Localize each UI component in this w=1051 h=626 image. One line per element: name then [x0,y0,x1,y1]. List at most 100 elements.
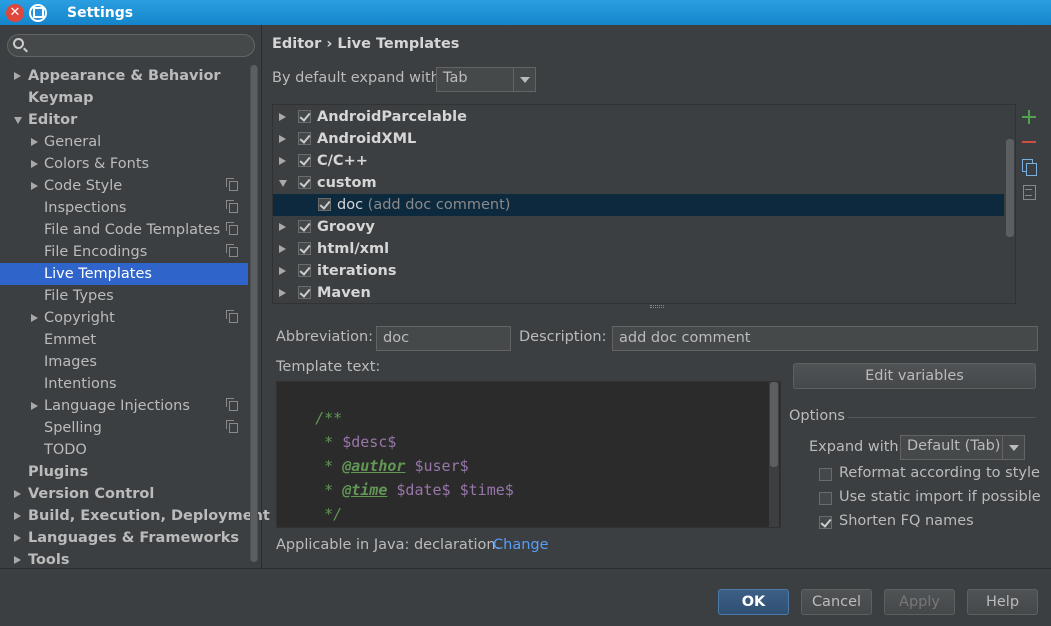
sidebar-item[interactable]: Version Control [0,483,248,505]
remove-icon[interactable] [1022,135,1036,149]
chevron-right-icon[interactable] [279,289,286,297]
expand-with-label: Expand with [809,439,899,455]
template-group[interactable]: Maven [273,282,1004,303]
sidebar-item[interactable]: Build, Execution, Deployment [0,505,270,527]
sidebar-item[interactable]: Emmet [0,329,248,351]
template-checkbox[interactable] [298,110,311,123]
chevron-right-icon[interactable] [31,182,38,190]
template-checkbox[interactable] [298,286,311,299]
chevron-right-icon[interactable] [31,402,38,410]
template-group[interactable]: iterations [273,260,1004,282]
sidebar-item-label: File Encodings [44,244,148,260]
sidebar-item[interactable]: Intentions [0,373,248,395]
template-checkbox[interactable] [298,132,311,145]
restore-defaults-icon[interactable] [1022,185,1036,200]
cancel-button[interactable]: Cancel [801,589,872,615]
apply-button[interactable]: Apply [884,589,955,615]
template-checkbox[interactable] [298,264,311,277]
sidebar-item-label: Copyright [44,310,115,326]
static-import-label[interactable]: Use static import if possible [839,489,1041,505]
chevron-right-icon[interactable] [31,138,38,146]
template-checkbox[interactable] [318,198,331,211]
sidebar-item[interactable]: Language Injections [0,395,248,417]
chevron-right-icon[interactable] [31,160,38,168]
static-import-checkbox[interactable] [819,492,832,505]
project-settings-icon [226,178,238,191]
sidebar-item[interactable]: File and Code Templates [0,219,248,241]
chevron-down-icon[interactable] [1002,436,1024,459]
splitter-handle[interactable] [650,305,664,308]
template-checkbox[interactable] [298,154,311,167]
sidebar-item[interactable]: Spelling [0,417,248,439]
template-text-editor[interactable]: /** * $desc$ * @author $user$ * @time $d… [276,381,781,528]
sidebar-item[interactable]: Colors & Fonts [0,153,248,175]
search-input[interactable] [7,34,255,57]
edit-variables-button[interactable]: Edit variables [793,363,1036,389]
template-list-scrollbar[interactable] [1006,139,1014,237]
chevron-right-icon[interactable] [14,72,21,80]
template-group[interactable]: Groovy [273,216,1004,238]
template-checkbox[interactable] [298,176,311,189]
chevron-right-icon[interactable] [14,534,21,542]
add-icon[interactable] [1022,110,1036,124]
change-context-link[interactable]: Change [493,537,549,553]
sidebar-item[interactable]: Code Style [0,175,248,197]
chevron-right-icon[interactable] [14,512,21,520]
template-group[interactable]: AndroidParcelable [273,106,1004,128]
breadcrumb-parent[interactable]: Editor [272,36,321,52]
template-name: AndroidXML [317,128,416,150]
chevron-down-icon[interactable] [513,68,535,91]
sidebar-item[interactable]: Live Templates [0,263,248,285]
sidebar-item[interactable]: TODO [0,439,248,461]
chevron-right-icon[interactable] [279,223,286,231]
editor-scrollbar[interactable] [769,382,779,527]
chevron-right-icon[interactable] [14,556,21,564]
sidebar-item[interactable]: Plugins [0,461,248,483]
chevron-right-icon[interactable] [279,245,286,253]
sidebar-scrollbar[interactable] [250,65,258,562]
settings-tree: Appearance & Behavior Keymap Editor General… [0,65,270,571]
expand-with-select[interactable]: Default (Tab) [900,435,1025,460]
help-button[interactable]: Help [967,589,1038,615]
copy-icon[interactable] [1022,159,1037,176]
sidebar-item[interactable]: Editor [0,109,248,131]
template-checkbox[interactable] [298,220,311,233]
sidebar-item[interactable]: Keymap [0,87,248,109]
template-checkbox[interactable] [298,242,311,255]
sidebar-item[interactable]: Images [0,351,248,373]
reformat-label[interactable]: Reformat according to style [839,465,1040,481]
sidebar-item[interactable]: Inspections [0,197,248,219]
shorten-fq-checkbox[interactable] [819,516,832,529]
sidebar-item[interactable]: File Types [0,285,248,307]
chevron-right-icon[interactable] [14,490,21,498]
shorten-fq-label[interactable]: Shorten FQ names [839,513,974,529]
chevron-right-icon[interactable] [279,135,286,143]
project-settings-icon [226,244,238,257]
chevron-right-icon[interactable] [31,314,38,322]
chevron-right-icon[interactable] [279,267,286,275]
sidebar-item[interactable]: General [0,131,248,153]
default-expand-select[interactable]: Tab [436,67,536,92]
chevron-down-icon[interactable] [279,180,287,187]
template-group[interactable]: html/xml [273,238,1004,260]
ok-button[interactable]: OK [718,589,789,615]
chevron-right-icon[interactable] [279,113,286,121]
abbreviation-field[interactable]: doc [376,326,511,351]
sidebar-item[interactable]: Appearance & Behavior [0,65,248,87]
breadcrumb-separator: › [326,36,333,52]
template-group[interactable]: C/C++ [273,150,1004,172]
sidebar-item[interactable]: File Encodings [0,241,248,263]
sidebar-item[interactable]: Copyright [0,307,248,329]
reformat-checkbox[interactable] [819,468,832,481]
sidebar-item[interactable]: Languages & Frameworks [0,527,248,549]
code-line: * @time $date$ $time$ [279,454,514,499]
template-group[interactable]: AndroidXML [273,128,1004,150]
template-item[interactable]: doc (add doc comment) [273,194,1004,216]
abbreviation-label: Abbreviation: [276,329,374,345]
maximize-icon[interactable] [29,3,47,22]
description-field[interactable]: add doc comment [612,326,1038,351]
chevron-right-icon[interactable] [279,157,286,165]
template-group[interactable]: custom [273,172,1004,194]
close-icon[interactable]: ✕ [6,3,24,22]
chevron-down-icon[interactable] [14,117,22,124]
